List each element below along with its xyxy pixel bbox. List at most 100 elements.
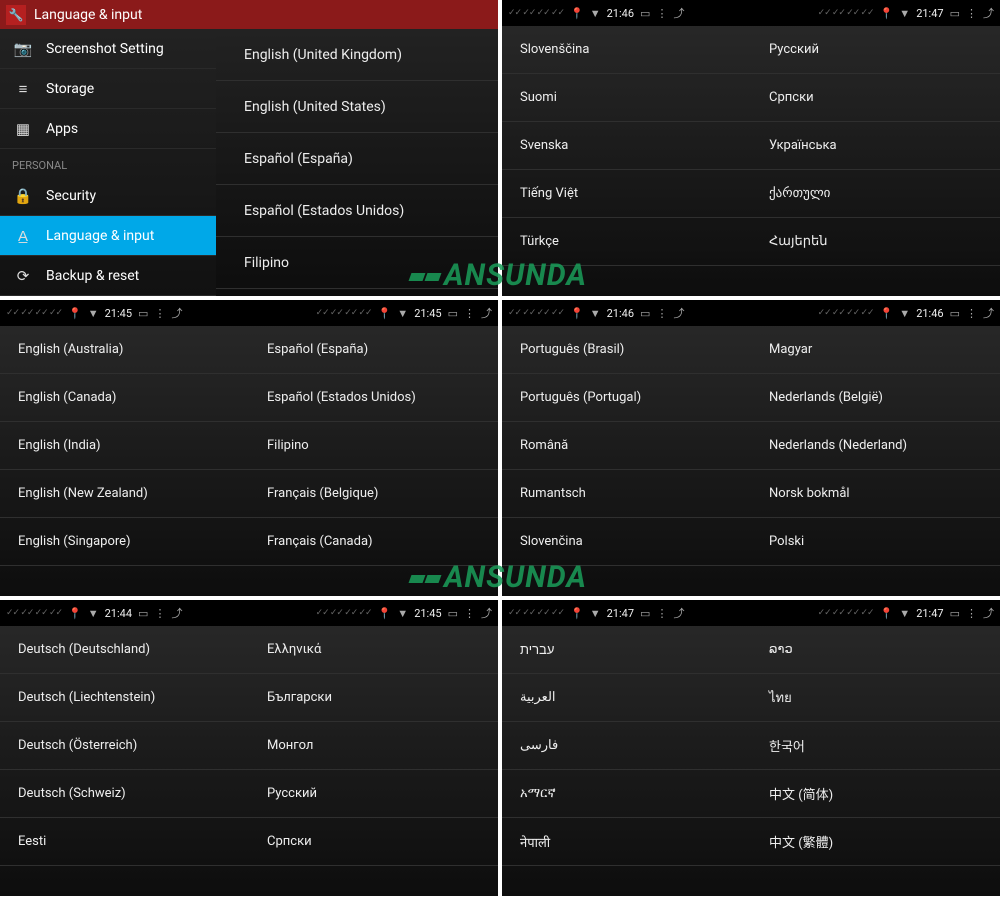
language-column-right: Русский Српски Українська ქართული Հայերե… — [751, 26, 1000, 296]
back-icon[interactable]: ⤴ — [673, 605, 684, 621]
language-option[interactable]: עברית — [502, 626, 751, 674]
language-option[interactable]: Português (Portugal) — [502, 374, 751, 422]
language-option[interactable]: Български — [249, 674, 498, 722]
language-option[interactable]: ไทย — [751, 674, 1000, 722]
language-option[interactable]: Eesti — [0, 818, 249, 866]
language-option[interactable]: Deutsch (Deutschland) — [0, 626, 249, 674]
language-option[interactable]: Deutsch (Österreich) — [0, 722, 249, 770]
language-option[interactable]: Français (Canada) — [249, 518, 498, 566]
status-time: 21:47 — [916, 607, 943, 620]
language-option[interactable]: العربية — [502, 674, 751, 722]
language-column-left: עברית العربية فارسی አማርኛ नेपाली — [502, 626, 751, 896]
language-option[interactable]: Deutsch (Liechtenstein) — [0, 674, 249, 722]
language-option[interactable]: Slovenščina — [502, 26, 751, 74]
language-option[interactable]: 한국어 — [751, 722, 1000, 770]
language-option[interactable]: Español (Estados Unidos) — [249, 374, 498, 422]
language-option[interactable]: Հայերեն — [751, 218, 1000, 266]
location-icon: 📍 — [378, 307, 392, 320]
language-option[interactable]: Nederlands (België) — [751, 374, 1000, 422]
status-checks-icon: ✓✓ ✓✓ ✓✓ ✓✓ — [6, 308, 62, 318]
settings-sidebar: 📷Screenshot Setting ≡Storage ▦Apps PERSO… — [0, 29, 216, 296]
language-option[interactable]: Tiếng Việt — [502, 170, 751, 218]
language-option[interactable]: Svenska — [502, 122, 751, 170]
camera-icon: 📷 — [12, 40, 34, 58]
language-option[interactable]: Türkçe — [502, 218, 751, 266]
wifi-icon: ▼ — [590, 307, 601, 320]
status-checks-icon: ✓✓ ✓✓ ✓✓ ✓✓ — [818, 8, 874, 18]
language-option[interactable]: Español (Estados Unidos) — [216, 185, 498, 237]
location-icon: 📍 — [378, 607, 392, 620]
language-option[interactable]: 中文 (简体) — [751, 770, 1000, 818]
language-option[interactable]: Српски — [249, 818, 498, 866]
language-option[interactable]: English (United Kingdom) — [216, 29, 498, 81]
back-icon[interactable]: ⤴ — [673, 5, 684, 21]
language-option[interactable]: English (Canada) — [0, 374, 249, 422]
back-icon[interactable]: ⤴ — [673, 305, 684, 321]
language-option[interactable]: Русский — [751, 26, 1000, 74]
back-icon[interactable]: ⤴ — [983, 305, 994, 321]
wifi-icon: ▼ — [397, 607, 408, 620]
language-option[interactable]: Română — [502, 422, 751, 470]
language-option[interactable]: Español (España) — [216, 133, 498, 185]
wifi-icon: ▼ — [88, 307, 99, 320]
language-option[interactable]: Français (Belgique) — [249, 470, 498, 518]
language-option[interactable]: Filipino — [216, 237, 498, 289]
language-column-left: Deutsch (Deutschland) Deutsch (Liechtens… — [0, 626, 249, 896]
language-option[interactable]: Español (España) — [249, 326, 498, 374]
language-option[interactable]: English (United States) — [216, 81, 498, 133]
battery-icon: ▭ — [950, 607, 960, 620]
back-icon[interactable]: ⤴ — [983, 5, 994, 21]
language-option[interactable]: Nederlands (Nederland) — [751, 422, 1000, 470]
header-title: Language & input — [34, 7, 142, 23]
language-option[interactable]: Ελληνικά — [249, 626, 498, 674]
sidebar-item-screenshot[interactable]: 📷Screenshot Setting — [0, 29, 216, 69]
sidebar-section-personal: PERSONAL — [0, 149, 216, 176]
language-option[interactable]: Suomi — [502, 74, 751, 122]
back-icon[interactable]: ⤴ — [171, 605, 182, 621]
more-icon: ⋮ — [966, 307, 977, 320]
sidebar-item-storage[interactable]: ≡Storage — [0, 69, 216, 109]
language-option[interactable]: Русский — [249, 770, 498, 818]
language-option[interactable]: Rumantsch — [502, 470, 751, 518]
language-option[interactable]: Українська — [751, 122, 1000, 170]
language-option[interactable]: Polski — [751, 518, 1000, 566]
back-icon[interactable]: ⤴ — [481, 305, 492, 321]
language-option[interactable]: English (Australia) — [0, 326, 249, 374]
language-option[interactable]: 中文 (繁體) — [751, 818, 1000, 866]
status-checks-icon: ✓✓ ✓✓ ✓✓ ✓✓ — [508, 308, 564, 318]
language-list[interactable]: English (United Kingdom) English (United… — [216, 29, 498, 296]
apps-icon: ▦ — [12, 120, 34, 138]
status-checks-icon: ✓✓ ✓✓ ✓✓ ✓✓ — [508, 8, 564, 18]
battery-icon: ▭ — [448, 607, 458, 620]
language-option[interactable]: ქართული — [751, 170, 1000, 218]
language-option[interactable]: Filipino — [249, 422, 498, 470]
back-icon[interactable]: ⤴ — [481, 605, 492, 621]
sidebar-item-backup[interactable]: ⟳Backup & reset — [0, 256, 216, 296]
language-option[interactable]: Magyar — [751, 326, 1000, 374]
sidebar-item-security[interactable]: 🔒Security — [0, 176, 216, 216]
language-option[interactable]: Deutsch (Schweiz) — [0, 770, 249, 818]
more-icon: ⋮ — [154, 607, 165, 620]
wifi-icon: ▼ — [899, 7, 910, 20]
language-option[interactable]: English (India) — [0, 422, 249, 470]
language-option[interactable]: Português (Brasil) — [502, 326, 751, 374]
language-option[interactable]: አማርኛ — [502, 770, 751, 818]
language-option[interactable]: English (Singapore) — [0, 518, 249, 566]
language-option[interactable]: Slovenčina — [502, 518, 751, 566]
back-icon[interactable]: ⤴ — [983, 605, 994, 621]
sidebar-item-apps[interactable]: ▦Apps — [0, 109, 216, 149]
sidebar-item-label: Security — [46, 188, 96, 204]
language-option[interactable]: فارسی — [502, 722, 751, 770]
language-option[interactable]: Српски — [751, 74, 1000, 122]
language-option[interactable]: ລາວ — [751, 626, 1000, 674]
sidebar-item-language[interactable]: A̲Language & input — [0, 216, 216, 256]
location-icon: 📍 — [880, 7, 894, 20]
language-option[interactable]: English (New Zealand) — [0, 470, 249, 518]
back-icon[interactable]: ⤴ — [171, 305, 182, 321]
language-option[interactable]: Монгол — [249, 722, 498, 770]
language-option[interactable]: Norsk bokmål — [751, 470, 1000, 518]
language-option[interactable]: नेपाली — [502, 818, 751, 866]
sidebar-item-label: Backup & reset — [46, 268, 139, 284]
battery-icon: ▭ — [640, 607, 650, 620]
location-icon: 📍 — [68, 307, 82, 320]
